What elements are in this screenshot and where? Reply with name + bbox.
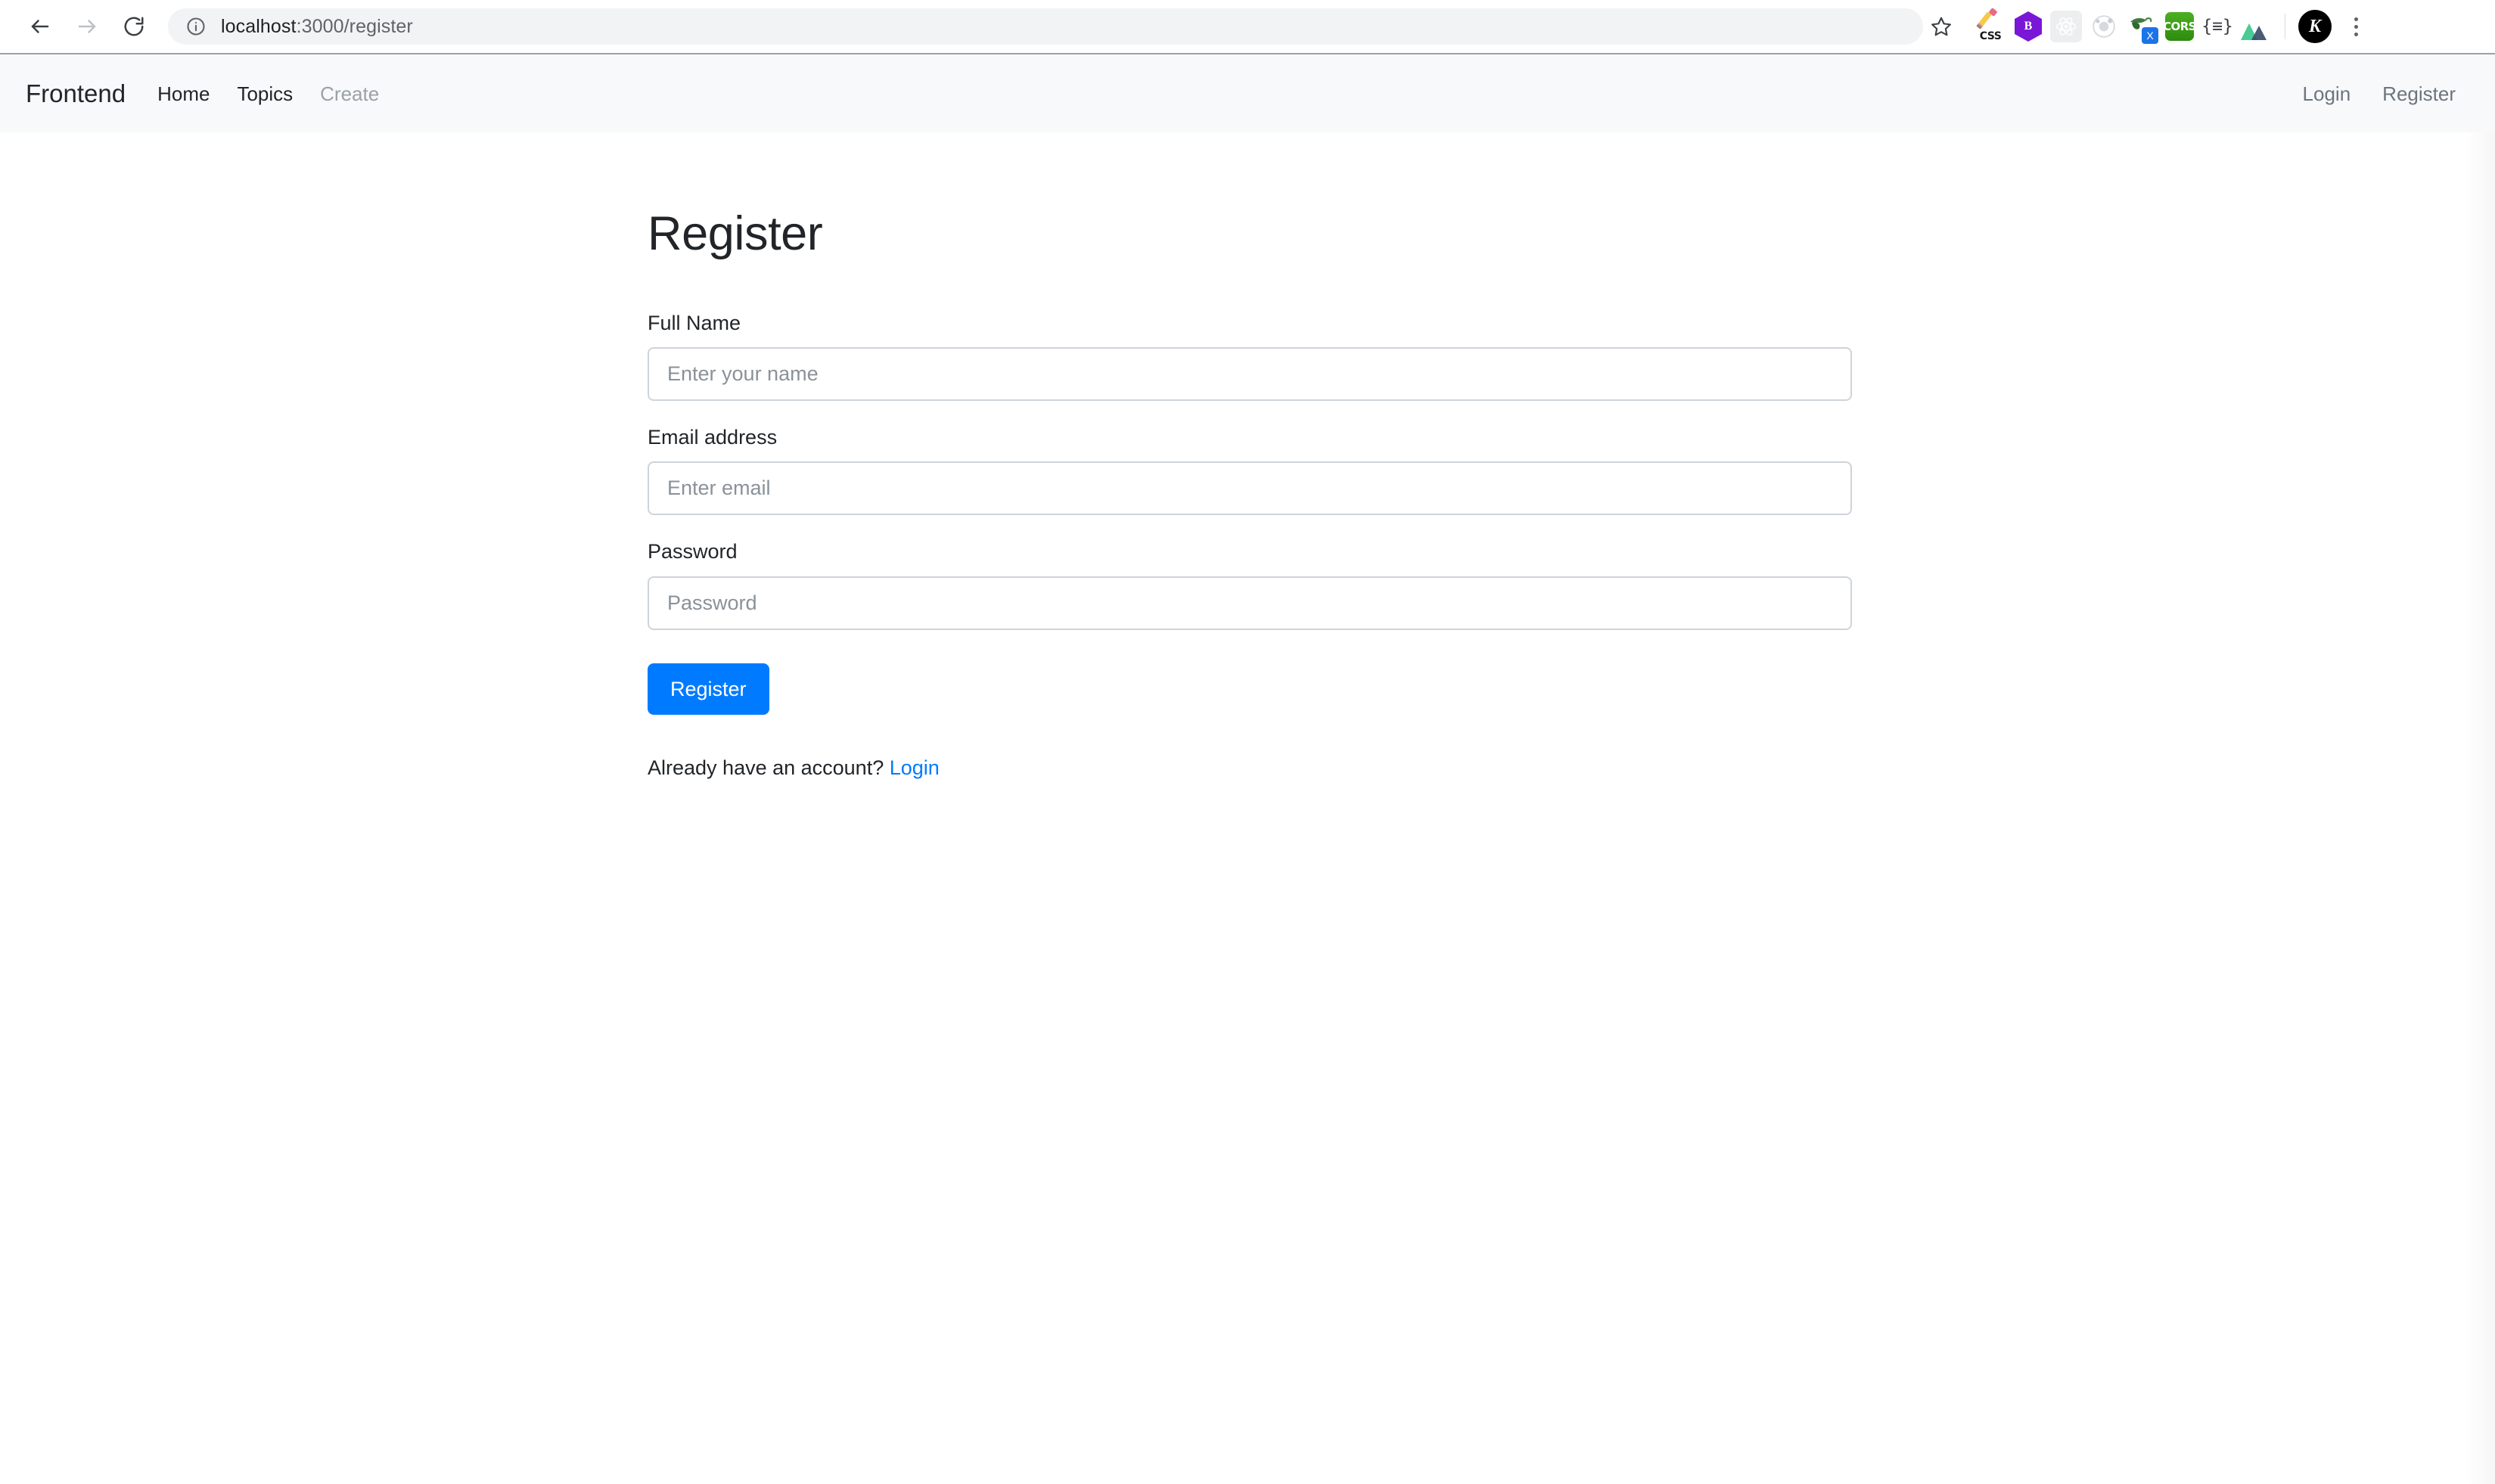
kebab-dot <box>2354 17 2358 21</box>
password-label: Password <box>648 540 738 563</box>
nuxt-devtools-icon[interactable] <box>2236 8 2274 45</box>
css-editor-icon[interactable]: CSS <box>1971 8 2009 45</box>
site-info-icon[interactable] <box>185 15 207 38</box>
account-note-text: Already have an account? <box>648 756 884 779</box>
page-content: Register Full Name Email address Passwor… <box>0 132 2495 1484</box>
chrome-menu-icon[interactable] <box>2338 8 2373 45</box>
email-input[interactable] <box>648 461 1852 516</box>
form-group-full-name: Full Name <box>648 310 1852 402</box>
navbar-brand[interactable]: Frontend <box>26 81 126 106</box>
account-note: Already have an account? Login <box>648 754 1852 783</box>
address-bar[interactable]: localhost:3000/register <box>168 8 1923 45</box>
nav-link-home[interactable]: Home <box>157 84 210 104</box>
browser-nav-buttons <box>17 3 157 50</box>
reload-button[interactable] <box>110 3 157 50</box>
email-label: Email address <box>648 426 778 449</box>
profile-avatar[interactable]: K <box>2296 8 2334 45</box>
cors-unblock-icon[interactable]: CORS <box>2161 8 2198 45</box>
nav-link-create[interactable]: Create <box>320 84 379 104</box>
password-input[interactable] <box>648 576 1852 630</box>
nav-link-topics[interactable]: Topics <box>237 84 293 104</box>
nav-link-register[interactable]: Register <box>2382 84 2456 104</box>
extensions-bar: CSS B X CORS {≡} K <box>1971 8 2373 45</box>
url-path: :3000/register <box>296 15 413 37</box>
navbar-links: Home Topics Create <box>157 84 379 104</box>
xpath-helper-icon[interactable]: X <box>2123 8 2161 45</box>
navbar-auth-links: Login Register <box>2303 84 2469 104</box>
page-title: Register <box>648 207 823 260</box>
form-group-email: Email address <box>648 424 1852 516</box>
bootstrap-icon[interactable]: B <box>2009 8 2047 45</box>
xpath-badge: X <box>2142 27 2158 44</box>
register-submit-button[interactable]: Register <box>648 663 769 715</box>
redux-devtools-icon[interactable] <box>2085 8 2123 45</box>
url-host: localhost <box>221 15 297 37</box>
avatar-initial: K <box>2298 10 2332 43</box>
full-name-label: Full Name <box>648 312 741 335</box>
login-link[interactable]: Login <box>890 756 940 779</box>
nav-link-login[interactable]: Login <box>2303 84 2351 104</box>
register-container: Register Full Name Email address Passwor… <box>648 132 1852 782</box>
full-name-input[interactable] <box>648 347 1852 402</box>
back-button[interactable] <box>17 3 64 50</box>
site-navbar: Frontend Home Topics Create Login Regist… <box>0 53 2495 132</box>
form-group-password: Password <box>648 539 1852 630</box>
json-formatter-icon[interactable]: {≡} <box>2198 8 2236 45</box>
browser-toolbar: localhost:3000/register CSS B X CORS {≡}… <box>0 0 2495 53</box>
register-form: Full Name Email address Password Registe… <box>648 310 1852 715</box>
forward-button[interactable] <box>64 3 110 50</box>
kebab-dot <box>2354 24 2358 29</box>
react-devtools-icon[interactable] <box>2047 8 2085 45</box>
bookmark-star-icon[interactable] <box>1920 5 1962 48</box>
kebab-dot <box>2354 32 2358 36</box>
url-text: localhost:3000/register <box>221 16 413 38</box>
